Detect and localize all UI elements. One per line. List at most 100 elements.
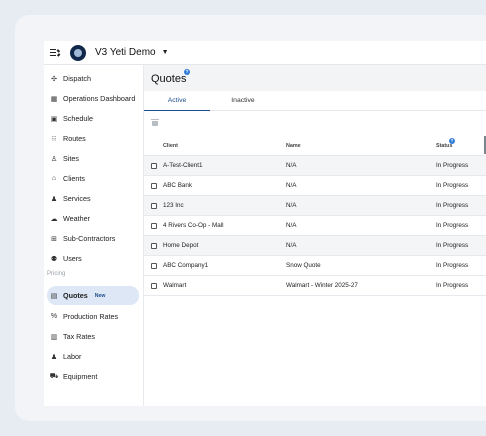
tab-active[interactable]: Active	[144, 91, 210, 111]
cell-status: In Progress	[436, 222, 469, 229]
sidebar-item-clients[interactable]: ⌂ Clients	[47, 169, 139, 188]
sidebar-item-label: Dispatch	[63, 74, 91, 83]
sidebar-item-routes[interactable]: ⁝⁝ Routes	[47, 129, 139, 148]
cell-client: Walmart	[163, 282, 187, 289]
sidebar-item-label: Clients	[63, 174, 85, 183]
percent-icon: %	[50, 313, 58, 320]
sidebar-item-sub-contractors[interactable]: ⊞ Sub-Contractors	[47, 229, 139, 248]
sidebar-item-labor[interactable]: ♟ Labor	[47, 347, 139, 366]
sidebar-item-label: Operations Dashboard	[63, 94, 136, 103]
cell-name: Snow Quote	[286, 262, 321, 269]
help-icon[interactable]: ?	[184, 69, 190, 75]
sidebar-item-users[interactable]: ⚉ Users	[47, 249, 139, 268]
new-badge: New	[94, 292, 106, 299]
subcontractors-icon: ⊞	[51, 235, 57, 243]
cell-name: N/A	[286, 162, 297, 169]
cell-name: N/A	[286, 222, 297, 229]
row-checkbox[interactable]	[151, 223, 157, 229]
sidebar-item-label: Tax Rates	[63, 332, 95, 341]
users-icon: ⚉	[50, 255, 58, 263]
cell-status: In Progress	[436, 282, 469, 289]
cell-client: 4 Rivers Co-Op - Mall	[163, 222, 224, 229]
column-header-client[interactable]: Client	[163, 143, 178, 149]
sidebar-section-pricing: Pricing	[47, 271, 66, 277]
dashboard-icon: ▦	[50, 95, 58, 103]
tax-icon: ▥	[50, 333, 58, 341]
top-bar: V3 Yeti Demo ▼	[44, 41, 486, 65]
cell-client: ABC Company1	[163, 262, 209, 269]
sidebar-item-label: Labor	[63, 352, 82, 361]
row-checkbox[interactable]	[151, 183, 157, 189]
org-logo	[70, 44, 86, 61]
column-header-status[interactable]: Status	[436, 143, 452, 149]
table-row[interactable]: ABC Bank N/A In Progress	[144, 176, 486, 196]
app-window: V3 Yeti Demo ▼ ✣ Dispatch ▦ Operations D…	[44, 41, 486, 406]
quotes-icon: ▤	[50, 292, 58, 300]
org-name[interactable]: V3 Yeti Demo	[95, 47, 156, 58]
cell-client: 123 Inc	[163, 202, 184, 209]
row-checkbox[interactable]	[151, 203, 157, 209]
status-help-icon[interactable]: ?	[449, 138, 455, 144]
clients-icon: ⌂	[51, 175, 57, 182]
cell-client: Home Depot	[163, 242, 199, 249]
table-row[interactable]: Walmart Walmart - Winter 2025-27 In Prog…	[144, 276, 486, 296]
sidebar-item-label: Schedule	[63, 114, 93, 123]
sidebar-item-production-rates[interactable]: % Production Rates	[47, 307, 139, 326]
sidebar-item-label: Sub-Contractors	[63, 234, 116, 243]
cell-status: In Progress	[436, 242, 469, 249]
table-row[interactable]: Home Depot N/A In Progress	[144, 236, 486, 256]
sidebar-item-label: Users	[63, 254, 82, 263]
sidebar-item-label: Services	[63, 194, 91, 203]
cell-status: In Progress	[436, 182, 469, 189]
sidebar-item-schedule[interactable]: ▣ Schedule	[47, 109, 139, 128]
sidebar-item-services[interactable]: ♟ Services	[47, 189, 139, 208]
cloud-icon: ☁	[50, 215, 58, 223]
sidebar-item-label: Weather	[63, 214, 91, 223]
sidebar-item-label: Routes	[63, 134, 86, 143]
app-frame: V3 Yeti Demo ▼ ✣ Dispatch ▦ Operations D…	[15, 15, 486, 421]
sidebar-item-operations-dashboard[interactable]: ▦ Operations Dashboard	[47, 89, 139, 108]
sidebar: ✣ Dispatch ▦ Operations Dashboard ▣ Sche…	[44, 65, 144, 406]
sidebar-item-label: Quotes	[63, 291, 88, 300]
sites-icon: ♙	[50, 155, 58, 163]
row-checkbox[interactable]	[151, 243, 157, 249]
truck-icon: ⛟	[49, 373, 59, 380]
cell-status: In Progress	[436, 202, 469, 209]
cell-client: ABC Bank	[163, 182, 193, 189]
sidebar-item-quotes[interactable]: ▤ Quotes New	[47, 286, 139, 305]
table-row[interactable]: ABC Company1 Snow Quote In Progress	[144, 256, 486, 276]
title-bar: Quotes ?	[144, 65, 486, 91]
cell-name: N/A	[286, 202, 297, 209]
sidebar-item-weather[interactable]: ☁ Weather	[47, 209, 139, 228]
cell-status: In Progress	[436, 162, 469, 169]
tab-bar: Active Inactive	[144, 91, 486, 111]
sidebar-item-label: Production Rates	[63, 312, 119, 321]
sidebar-item-dispatch[interactable]: ✣ Dispatch	[47, 69, 139, 88]
cell-name: Walmart - Winter 2025-27	[286, 282, 358, 289]
column-header-name[interactable]: Name	[286, 143, 301, 149]
row-checkbox[interactable]	[151, 263, 157, 269]
trash-icon[interactable]	[151, 119, 159, 126]
cell-name: N/A	[286, 182, 297, 189]
table-toolbar	[144, 111, 486, 135]
main-content: Quotes ? Active Inactive Client Name Sta…	[144, 65, 486, 406]
chevron-down-icon[interactable]: ▼	[162, 49, 169, 56]
cell-status: In Progress	[436, 262, 469, 269]
sidebar-item-sites[interactable]: ♙ Sites	[47, 149, 139, 168]
sidebar-item-equipment[interactable]: ⛟ Equipment	[47, 367, 139, 386]
tab-inactive[interactable]: Inactive	[210, 91, 276, 111]
row-checkbox[interactable]	[151, 163, 157, 169]
sidebar-item-tax-rates[interactable]: ▥ Tax Rates	[47, 327, 139, 346]
sidebar-item-label: Equipment	[63, 372, 98, 381]
row-checkbox[interactable]	[151, 283, 157, 289]
calendar-icon: ▣	[50, 115, 58, 123]
cell-name: N/A	[286, 242, 297, 249]
table-row[interactable]: A-Test-Client1 N/A In Progress	[144, 156, 486, 176]
menu-toggle-icon[interactable]	[50, 48, 61, 57]
routes-icon: ⁝⁝	[51, 135, 57, 143]
table-row[interactable]: 4 Rivers Co-Op - Mall N/A In Progress	[144, 216, 486, 236]
table-row[interactable]: 123 Inc N/A In Progress	[144, 196, 486, 216]
cell-client: A-Test-Client1	[163, 162, 203, 169]
labor-icon: ♟	[50, 353, 58, 361]
sidebar-item-label: Sites	[63, 154, 79, 163]
